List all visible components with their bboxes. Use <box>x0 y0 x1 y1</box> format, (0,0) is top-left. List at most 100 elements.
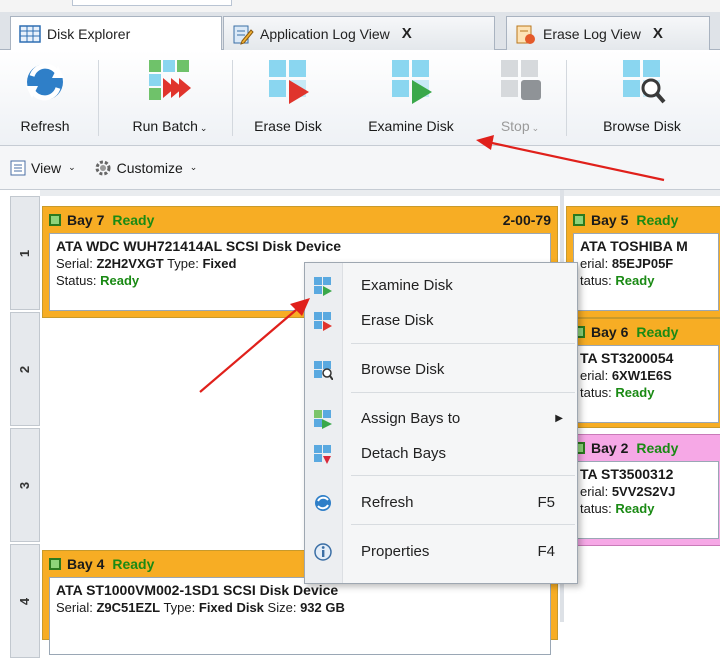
stop-icon <box>501 60 541 100</box>
close-tab-icon[interactable]: X <box>653 25 663 42</box>
run-batch-label: Run Batch ⌄ <box>132 118 208 134</box>
refresh-button[interactable]: Refresh <box>14 50 76 146</box>
row-header-2[interactable]: 2 <box>10 312 40 426</box>
tab-application-log-view[interactable]: Application Log View X <box>223 16 495 50</box>
view-list-icon <box>10 160 26 175</box>
menu-item-erase-disk[interactable]: Erase Disk <box>305 303 577 337</box>
menu-item-label: Properties <box>361 542 430 560</box>
browse-disk-label: Browse Disk <box>603 118 681 134</box>
gear-icon <box>95 160 111 175</box>
secondary-toolbar: View ⌄ Customize ⌄ <box>0 146 720 190</box>
menu-separator <box>351 524 575 525</box>
bay-status: Ready <box>112 556 155 572</box>
checkbox-icon[interactable] <box>573 214 585 226</box>
menu-item-label: Erase Disk <box>361 311 434 329</box>
ribbon-separator <box>98 60 99 136</box>
tab-strip: Disk Explorer Application Log View X Era… <box>0 12 720 51</box>
menu-separator <box>351 343 575 344</box>
close-tab-icon[interactable]: X <box>402 25 412 42</box>
disk-model: TA ST3200054 <box>580 350 674 366</box>
tab-erase-log-view[interactable]: Erase Log View X <box>506 16 710 50</box>
disk-serial-line: erial: 5VV2S2VJ <box>580 484 676 499</box>
disk-serial-line: erial: 6XW1E6S <box>580 368 672 383</box>
bay-status: Ready <box>636 324 679 340</box>
menu-item-assign-bays[interactable]: Assign Bays to ▶ <box>305 401 577 435</box>
previous-control-stub <box>72 0 232 6</box>
browse-disk-icon <box>314 361 333 380</box>
context-menu: Examine Disk Erase Disk Browse Disk Assi… <box>304 262 578 584</box>
examine-disk-icon <box>314 277 332 296</box>
bay-card-5[interactable]: Bay 5 Ready ATA TOSHIBA M erial: 85EJP05… <box>566 206 720 318</box>
disk-model: ATA TOSHIBA M <box>580 238 688 254</box>
tab-label: Application Log View <box>260 25 390 42</box>
detach-bays-icon <box>314 445 331 464</box>
menu-item-label: Assign Bays to <box>361 409 461 427</box>
erase-disk-button[interactable]: Erase Disk <box>240 50 336 146</box>
bay-name: Bay 6 <box>591 324 629 340</box>
bay-port: 2-00-79 <box>502 212 551 228</box>
disk-status-line: tatus: Ready <box>580 501 655 516</box>
bay-header: Bay 6 Ready <box>567 319 720 345</box>
menu-item-detach-bays[interactable]: Detach Bays <box>305 436 577 470</box>
grid-header-band <box>40 190 720 196</box>
row-header-3[interactable]: 3 <box>10 428 40 542</box>
ribbon-separator <box>232 60 233 136</box>
menu-item-browse-disk[interactable]: Browse Disk <box>305 352 577 386</box>
row-header-1[interactable]: 1 <box>10 196 40 310</box>
disk-serial-line: erial: 85EJP05F <box>580 256 674 271</box>
disk-info: ATA ST1000VM002-1SD1 SCSI Disk Device Se… <box>49 577 551 655</box>
erase-disk-icon <box>269 60 309 104</box>
bay-header: Bay 5 Ready <box>567 207 720 233</box>
info-icon <box>314 543 332 561</box>
bay-name: Bay 4 <box>67 556 105 572</box>
disk-status-line: tatus: Ready <box>580 385 655 400</box>
view-menu-button[interactable]: View ⌄ <box>10 160 76 176</box>
menu-item-refresh[interactable]: Refresh F5 <box>305 485 577 519</box>
examine-disk-button[interactable]: Examine Disk <box>350 50 472 146</box>
submenu-arrow-icon: ▶ <box>555 412 563 424</box>
bay-card-2[interactable]: Bay 2 Ready TA ST3500312 erial: 5VV2S2VJ… <box>566 434 720 546</box>
tab-disk-explorer[interactable]: Disk Explorer <box>10 16 222 51</box>
customize-label: Customize <box>116 159 183 176</box>
checkbox-icon[interactable] <box>49 558 61 570</box>
log-edit-icon <box>233 25 254 45</box>
stop-button[interactable]: Stop ⌄ <box>488 50 552 146</box>
disk-info: TA ST3500312 erial: 5VV2S2VJ tatus: Read… <box>573 461 719 539</box>
disk-status-line: tatus: Ready <box>580 273 655 288</box>
bay-header: Bay 7 Ready 2-00-79 <box>43 207 557 233</box>
browse-disk-button[interactable]: Browse Disk <box>582 50 702 146</box>
menu-item-label: Refresh <box>361 493 414 511</box>
browse-disk-icon <box>623 60 666 104</box>
tab-label: Erase Log View <box>543 25 641 42</box>
refresh-label: Refresh <box>20 118 70 134</box>
ribbon-separator <box>566 60 567 136</box>
tab-label: Disk Explorer <box>47 26 131 42</box>
disk-serial-line: Serial: Z9C51EZL Type: Fixed Disk Size: … <box>56 600 345 615</box>
disk-model: ATA WDC WUH721414AL SCSI Disk Device <box>56 238 342 254</box>
customize-menu-button[interactable]: Customize ⌄ <box>94 159 197 177</box>
menu-item-properties[interactable]: Properties F4 <box>305 534 577 568</box>
shortcut-key: F5 <box>537 493 555 511</box>
bay-name: Bay 2 <box>591 440 629 456</box>
menu-item-examine-disk[interactable]: Examine Disk <box>305 268 577 302</box>
run-batch-button[interactable]: Run Batch ⌄ <box>120 50 220 146</box>
erase-log-icon <box>516 25 535 44</box>
checkbox-icon[interactable] <box>49 214 61 226</box>
run-batch-icon <box>149 60 191 100</box>
stop-label: Stop ⌄ <box>500 118 540 134</box>
examine-disk-label: Examine Disk <box>368 118 454 134</box>
refresh-icon <box>26 63 64 101</box>
disk-info: TA ST3200054 erial: 6XW1E6S tatus: Ready <box>573 345 719 423</box>
assign-bays-icon <box>314 410 332 429</box>
shortcut-key: F4 <box>537 542 555 560</box>
disk-model: ATA ST1000VM002-1SD1 SCSI Disk Device <box>56 582 339 598</box>
disk-model: TA ST3500312 <box>580 466 674 482</box>
bay-name: Bay 5 <box>591 212 629 228</box>
row-header-4[interactable]: 4 <box>10 544 40 658</box>
menu-item-label: Detach Bays <box>361 444 447 462</box>
bay-card-6[interactable]: Bay 6 Ready TA ST3200054 erial: 6XW1E6S … <box>566 318 720 428</box>
bay-name: Bay 7 <box>67 212 105 228</box>
refresh-icon <box>315 495 331 511</box>
grid-icon <box>19 25 41 43</box>
bay-status: Ready <box>636 212 679 228</box>
